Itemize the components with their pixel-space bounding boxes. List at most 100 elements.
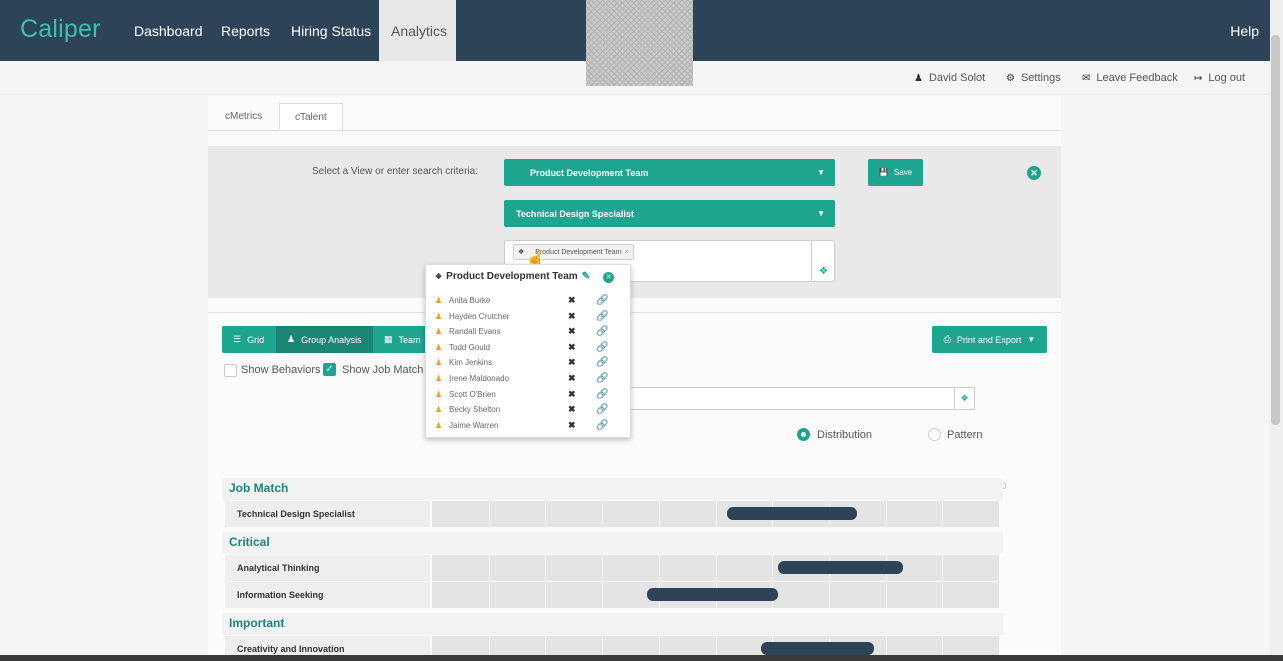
member-row: ♟ Anita Burke ✖ 🔗 [435, 293, 615, 308]
member-row: ♟ Todd Gould ✖ 🔗 [435, 340, 615, 355]
link-icon[interactable]: 🔗 [596, 373, 608, 384]
job-select[interactable]: Technical Design Specialist ▼ [504, 200, 835, 227]
nav-help[interactable]: Help [1230, 0, 1259, 61]
show-behaviors-checkbox[interactable] [224, 364, 237, 377]
nav-hiring-status[interactable]: Hiring Status [279, 0, 383, 61]
search-label: Select a View or enter search criteria: [312, 166, 479, 177]
group-analysis-button[interactable]: ♟ Group Analysis [276, 326, 373, 353]
chevron-down-icon: ▼ [817, 168, 825, 177]
team-view-button[interactable]: ▦ Team [373, 326, 427, 353]
distribution-bar[interactable] [777, 561, 903, 574]
remove-member-icon[interactable]: ✖ [568, 326, 596, 337]
person-icon: ♟ [435, 374, 443, 383]
tab-cmetrics[interactable]: cMetrics [210, 103, 277, 131]
section-header-band [222, 478, 1003, 500]
remove-member-icon[interactable]: ✖ [568, 342, 596, 353]
remove-tag-icon[interactable]: × [625, 249, 629, 256]
user-name: David Solot [928, 72, 986, 84]
member-row: ♟ Scott O'Brien ✖ 🔗 [435, 387, 615, 402]
team-label: Team [398, 334, 421, 345]
distribution-bar[interactable] [726, 507, 858, 520]
member-tag-button[interactable]: ❖ [954, 387, 975, 410]
divider [0, 94, 1270, 95]
nav-reports[interactable]: Reports [209, 0, 282, 61]
tag-icon: ❖ [819, 266, 828, 277]
save-label: Save [893, 168, 913, 177]
nav-dashboard[interactable]: Dashboard [122, 0, 215, 61]
grid-line [488, 501, 490, 527]
grid-line [545, 501, 547, 527]
remove-member-icon[interactable]: ✖ [568, 373, 596, 384]
distribution-radio[interactable] [797, 428, 810, 441]
grid-line [885, 501, 887, 527]
view-select[interactable]: Product Development Team ▼ [504, 159, 835, 186]
distribution-bar[interactable] [647, 588, 778, 601]
grid-view-button[interactable]: ☰ Grid [222, 326, 276, 353]
grid-line [658, 555, 660, 581]
distribution-bar[interactable] [760, 642, 875, 655]
tag-button[interactable]: ❖ [811, 240, 835, 282]
grid-line [828, 582, 830, 608]
link-icon[interactable]: 🔗 [596, 420, 608, 431]
remove-member-icon[interactable]: ✖ [568, 420, 596, 431]
person-icon: ♟ [435, 420, 443, 430]
tab-ctalent[interactable]: cTalent [279, 103, 343, 131]
member-name: Hayden Crutcher [449, 311, 510, 321]
group-icon: ♟ [287, 334, 296, 344]
close-icon: ✕ [1030, 168, 1038, 178]
save-button[interactable]: 💾 Save [868, 159, 923, 186]
member-row: ♟ Randall Evans ✖ 🔗 [435, 324, 615, 339]
grid-line [942, 501, 944, 527]
member-row: ♟ Irene Maldonado ✖ 🔗 [435, 371, 615, 386]
settings-link[interactable]: ⚙ Settings [1006, 72, 1061, 84]
grid-line [602, 555, 604, 581]
link-icon[interactable]: 🔗 [596, 357, 608, 368]
print-export-button[interactable]: ⎙ Print and Export ▼ [932, 326, 1047, 353]
remove-member-icon[interactable]: ✖ [568, 404, 596, 415]
logout-icon: ↦ [1194, 72, 1203, 84]
feedback-link[interactable]: ✉ Leave Feedback [1082, 72, 1178, 84]
member-name: Anita Burke [449, 296, 491, 305]
distribution-label: Distribution [817, 429, 873, 441]
chevron-down-icon: ▼ [817, 209, 825, 218]
link-icon[interactable]: 🔗 [596, 342, 608, 353]
close-icon: ✕ [605, 274, 612, 281]
person-icon: ♟ [435, 358, 443, 368]
person-icon: ♟ [435, 327, 443, 337]
pattern-radio[interactable] [928, 428, 941, 441]
grid-line [885, 582, 887, 608]
member-row: ♟ Hayden Crutcher ✖ 🔗 [435, 309, 615, 324]
link-icon[interactable]: 🔗 [596, 311, 608, 322]
show-job-match-checkbox[interactable]: ✓ [323, 363, 336, 376]
user-link[interactable]: ♟ David Solot [914, 72, 985, 84]
popup-title-text: Product Development Team [446, 271, 578, 282]
remove-member-icon[interactable]: ✖ [568, 295, 596, 306]
link-icon[interactable]: 🔗 [596, 389, 608, 400]
remove-member-icon[interactable]: ✖ [568, 357, 596, 368]
clear-search-button[interactable]: ✕ [1027, 166, 1041, 180]
member-search-input[interactable] [630, 387, 955, 410]
person-icon: ♟ [435, 311, 443, 321]
section-title: Critical [229, 535, 270, 549]
grid-line [658, 501, 660, 527]
popup-close-button[interactable]: ✕ [603, 272, 614, 283]
section-title: Important [229, 616, 285, 630]
remove-member-icon[interactable]: ✖ [568, 389, 596, 400]
brand-logo[interactable]: Caliper [20, 15, 101, 44]
remove-member-icon[interactable]: ✖ [568, 311, 596, 322]
show-job-match-label: Show Job Match [342, 364, 424, 376]
job-select-value: Technical Design Specialist [516, 208, 634, 219]
logout-label: Log out [1208, 72, 1246, 84]
scrollbar-thumb[interactable] [1271, 35, 1280, 425]
member-name: Irene Maldonado [449, 374, 510, 383]
logout-link[interactable]: ↦ Log out [1194, 72, 1245, 84]
link-icon[interactable]: 🔗 [596, 326, 608, 337]
member-row: ♟ Kim Jenkins ✖ 🔗 [435, 355, 615, 370]
grid-line [942, 582, 944, 608]
nav-analytics[interactable]: Analytics [379, 0, 456, 61]
section-header-band [222, 613, 1003, 635]
edit-icon[interactable]: ✎ [582, 271, 590, 282]
link-icon[interactable]: 🔗 [596, 295, 608, 306]
trait-label: Analytical Thinking [225, 555, 430, 581]
link-icon[interactable]: 🔗 [596, 404, 608, 415]
